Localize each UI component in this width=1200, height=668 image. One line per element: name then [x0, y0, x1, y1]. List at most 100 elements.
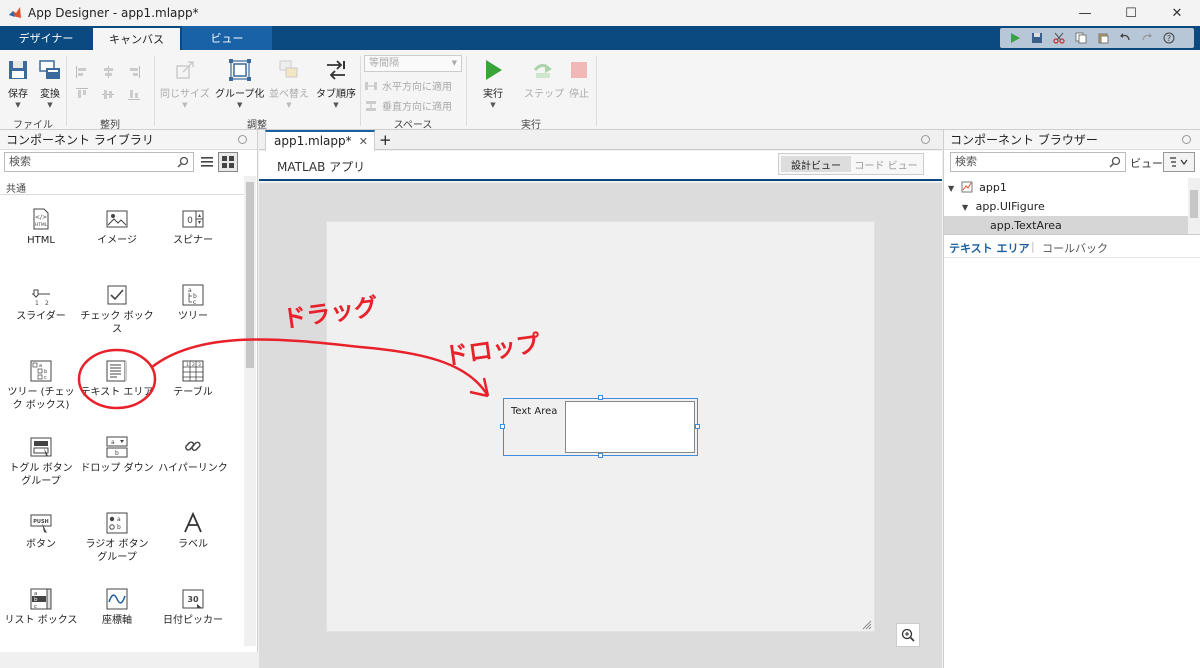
- text-area-input[interactable]: [565, 401, 695, 453]
- tab-callbacks[interactable]: コールバック: [1042, 240, 1108, 256]
- spacing-select[interactable]: 等間隔 ▼: [364, 55, 462, 72]
- component-library-scrollbar[interactable]: [244, 176, 256, 646]
- add-tab-icon[interactable]: +: [379, 130, 392, 150]
- expand-icon[interactable]: ▼: [962, 203, 968, 212]
- component-checkbox-tree[interactable]: abc ツリー (チェック ボックス): [3, 360, 79, 412]
- component-axes[interactable]: 座標軸: [79, 588, 155, 627]
- component-image[interactable]: イメージ: [79, 208, 155, 247]
- help-icon[interactable]: ?: [1158, 28, 1180, 48]
- tab-designer[interactable]: デザイナー: [0, 26, 92, 50]
- scrollbar-thumb[interactable]: [1190, 190, 1198, 218]
- svg-text:a: a: [111, 439, 115, 446]
- save-button[interactable]: 保存 ▼: [6, 58, 30, 109]
- cut-icon[interactable]: [1048, 28, 1070, 48]
- group-button[interactable]: グループ化 ▼: [215, 58, 264, 109]
- apply-vertical-button[interactable]: 垂直方向に適用: [364, 98, 452, 113]
- design-view-button[interactable]: 設計ビュー: [781, 156, 851, 172]
- maximize-button[interactable]: ☐: [1108, 0, 1154, 26]
- minimize-button[interactable]: —: [1062, 0, 1108, 26]
- tree-node-uifigure[interactable]: ▼ app.UIFigure: [962, 197, 1045, 216]
- apply-horizontal-button[interactable]: 水平方向に適用: [364, 78, 452, 93]
- align-center-icon[interactable]: [100, 64, 116, 80]
- tree-node-textarea[interactable]: app.TextArea: [990, 216, 1062, 235]
- resize-handle[interactable]: [695, 424, 700, 429]
- tree-node-app1[interactable]: ▼ app1: [948, 178, 1007, 197]
- tree-icon: abc: [182, 284, 204, 306]
- list-view-icon[interactable]: [198, 153, 216, 171]
- run-icon[interactable]: [1004, 28, 1026, 48]
- component-list-box[interactable]: abc リスト ボックス: [3, 588, 79, 627]
- tab-text-area-properties[interactable]: テキスト エリア: [949, 240, 1030, 256]
- component-label-text: ラベル: [178, 539, 208, 550]
- inspector-tabs: テキスト エリア | コールバック: [944, 234, 1200, 258]
- slider-icon: 12: [32, 289, 50, 306]
- document-tab[interactable]: app1.mlapp* ✕: [265, 130, 375, 151]
- copy-icon[interactable]: [1070, 28, 1092, 48]
- close-button[interactable]: ✕: [1154, 0, 1200, 26]
- component-library-hscrollbar[interactable]: [0, 652, 258, 668]
- zoom-button[interactable]: [896, 623, 920, 647]
- redo-icon[interactable]: [1136, 28, 1158, 48]
- align-bottom-icon[interactable]: [126, 86, 142, 102]
- browser-search-input[interactable]: 検索: [950, 152, 1126, 172]
- vertical-spacing-icon: [366, 100, 376, 111]
- component-text-area[interactable]: テキスト エリア: [79, 360, 155, 399]
- resize-grip-icon[interactable]: [860, 618, 872, 630]
- resize-handle[interactable]: [598, 453, 603, 458]
- component-slider[interactable]: 12 スライダー: [3, 284, 79, 323]
- component-search-input[interactable]: 検索: [4, 152, 194, 172]
- tab-order-button[interactable]: タブ順序 ▼: [316, 58, 356, 109]
- svg-text:3: 3: [198, 362, 201, 368]
- same-size-button[interactable]: 同じサイズ ▼: [160, 58, 210, 109]
- code-view-button[interactable]: コード ビュー: [851, 156, 921, 172]
- align-left-icon[interactable]: [74, 64, 90, 80]
- view-options-button[interactable]: [1163, 152, 1195, 172]
- group-label-align: 整列: [100, 120, 120, 131]
- close-icon[interactable]: ✕: [359, 133, 368, 151]
- component-button[interactable]: PUSH ボタン: [3, 512, 79, 551]
- align-right-icon[interactable]: [126, 64, 142, 80]
- component-label[interactable]: ラベル: [155, 512, 231, 551]
- component-radio-button-group[interactable]: ab ラジオ ボタン グループ: [79, 512, 155, 564]
- component-tree[interactable]: abc ツリー: [155, 284, 231, 323]
- component-date-picker[interactable]: 30 日付ピッカー: [155, 588, 231, 627]
- save-icon[interactable]: [1026, 28, 1048, 48]
- panel-close-icon[interactable]: [1182, 135, 1191, 144]
- resize-handle[interactable]: [598, 395, 603, 400]
- reorder-button[interactable]: 並べ替え ▼: [269, 58, 309, 109]
- run-label: 実行: [483, 89, 503, 100]
- component-label: リスト ボックス: [4, 615, 78, 626]
- component-table[interactable]: 123 テーブル: [155, 360, 231, 399]
- panel-close-icon[interactable]: [921, 135, 930, 144]
- expand-icon[interactable]: ▼: [948, 184, 954, 193]
- svg-text:2: 2: [192, 362, 195, 368]
- svg-text:PUSH: PUSH: [33, 519, 49, 525]
- component-toggle-button-group[interactable]: トグル ボタン グループ: [3, 436, 79, 488]
- component-checkbox[interactable]: チェック ボックス: [79, 284, 155, 336]
- run-button[interactable]: 実行 ▼: [481, 58, 505, 109]
- component-hyperlink[interactable]: ハイパーリンク: [155, 436, 231, 475]
- view-toggle: 設計ビュー コード ビュー: [778, 153, 924, 175]
- component-dropdown[interactable]: ab ドロップ ダウン: [79, 436, 155, 475]
- grid-view-icon[interactable]: [218, 152, 238, 172]
- step-button[interactable]: ステップ: [524, 58, 564, 100]
- paste-icon[interactable]: [1092, 28, 1114, 48]
- align-middle-icon[interactable]: [100, 86, 116, 102]
- panel-close-icon[interactable]: [238, 135, 247, 144]
- component-spinner[interactable]: 0 スピナー: [155, 208, 231, 247]
- convert-button[interactable]: 変換 ▼: [38, 58, 62, 109]
- align-top-icon[interactable]: [74, 86, 90, 102]
- tab-view[interactable]: ビュー: [182, 26, 272, 50]
- component-label: 座標軸: [102, 615, 132, 626]
- stop-button[interactable]: 停止: [567, 58, 591, 100]
- hyperlink-icon: [185, 441, 201, 451]
- component-browser-header: コンポーネント ブラウザー: [944, 130, 1200, 150]
- component-html[interactable]: </> HTML HTML: [3, 208, 79, 247]
- undo-icon[interactable]: [1114, 28, 1136, 48]
- browser-scrollbar[interactable]: [1188, 178, 1200, 234]
- scrollbar-thumb[interactable]: [246, 182, 254, 368]
- window-title: App Designer - app1.mlapp*: [28, 6, 199, 20]
- tab-canvas[interactable]: キャンバス: [93, 26, 180, 50]
- resize-handle[interactable]: [500, 424, 505, 429]
- document-tab-bar: app1.mlapp* ✕ +: [259, 130, 942, 151]
